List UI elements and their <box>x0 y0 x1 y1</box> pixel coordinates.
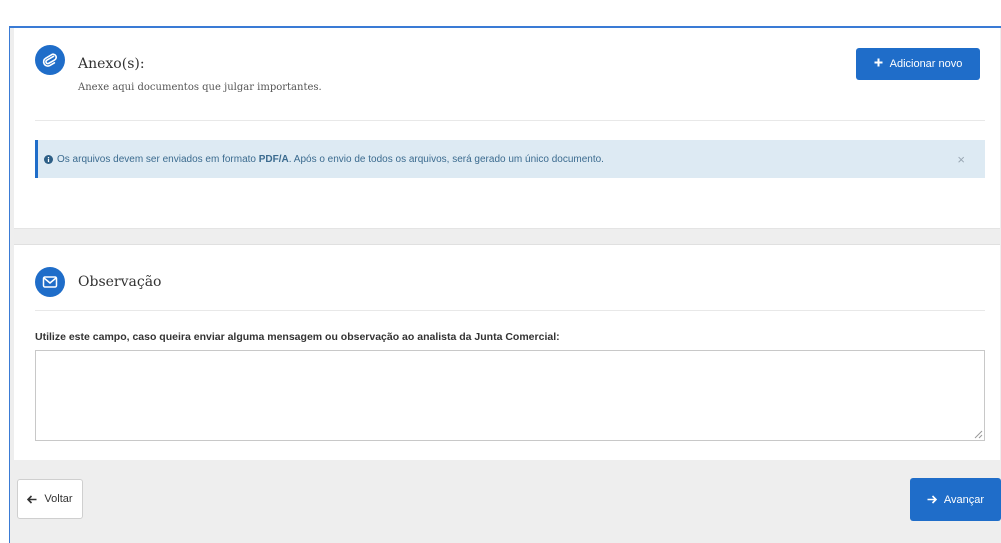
back-label: Voltar <box>44 493 73 505</box>
resize-grip-icon[interactable] <box>974 430 983 439</box>
add-new-button[interactable]: Adicionar novo <box>856 48 980 80</box>
close-icon[interactable]: × <box>957 152 965 167</box>
observation-title: Observação <box>78 274 162 290</box>
alert-format: PDF/A <box>258 153 289 165</box>
paperclip-icon <box>35 45 65 75</box>
alert-text-after: . Após o envio de todos os arquivos, ser… <box>288 153 604 165</box>
attachments-card <box>14 28 1000 229</box>
observation-divider <box>35 310 985 311</box>
observation-textarea[interactable] <box>35 350 985 441</box>
next-button[interactable]: Avançar <box>910 478 1001 521</box>
pdfa-info-alert: Os arquivos devem ser enviados em format… <box>35 140 985 178</box>
envelope-icon <box>35 267 65 297</box>
add-new-label: Adicionar novo <box>889 58 963 70</box>
arrow-right-icon <box>927 495 937 504</box>
info-circle-icon <box>44 154 53 164</box>
back-button[interactable]: Voltar <box>17 479 83 519</box>
plus-icon <box>874 58 883 70</box>
arrow-left-icon <box>27 494 37 504</box>
attachments-subtitle: Anexe aqui documentos que julgar importa… <box>78 82 322 93</box>
observation-field-label: Utilize este campo, caso queira enviar a… <box>35 331 560 343</box>
alert-text-before: Os arquivos devem ser enviados em format… <box>57 153 259 165</box>
attachments-title: Anexo(s): <box>78 56 145 72</box>
attachments-divider <box>35 120 985 121</box>
next-label: Avançar <box>943 493 985 506</box>
